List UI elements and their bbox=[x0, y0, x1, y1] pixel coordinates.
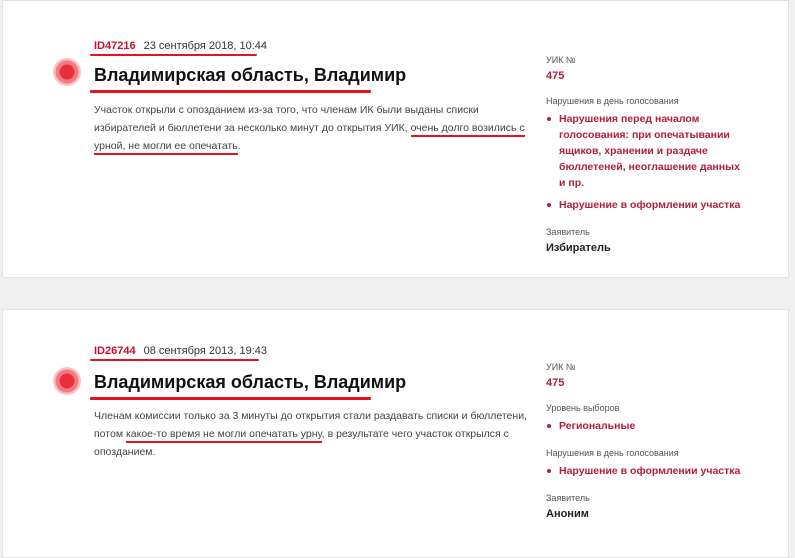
report-card: ID26744 08 сентября 2013, 19:43 Владимирс… bbox=[2, 309, 789, 558]
highlighted-text: какое-то время не могли опечатать урну bbox=[125, 428, 322, 443]
violations-list: Нарушения перед началом голосования: при… bbox=[546, 111, 746, 213]
uik-label: УИК № bbox=[546, 362, 576, 372]
violation-item[interactable]: Нарушения перед началом голосования: при… bbox=[546, 111, 746, 191]
report-id-link[interactable]: ID26744 bbox=[94, 345, 136, 357]
report-card: ID47216 23 сентября 2018, 10:44 Владимирс… bbox=[2, 0, 789, 278]
report-id-link[interactable]: ID47216 bbox=[94, 40, 136, 52]
report-date: 23 сентября 2018, 10:44 bbox=[143, 40, 267, 52]
bullet-icon bbox=[547, 469, 551, 473]
report-description: Членам комиссии только за 3 минуты до от… bbox=[94, 410, 527, 458]
report-description: Участок открыли с опозданием из-за того,… bbox=[94, 101, 534, 155]
applicant-value: Аноним bbox=[546, 508, 589, 520]
meta-underline bbox=[90, 54, 257, 56]
bullet-icon bbox=[547, 424, 551, 428]
applicant-label: Заявитель bbox=[546, 493, 590, 503]
report-date: 08 сентября 2013, 19:43 bbox=[143, 345, 267, 357]
violations-list: Нарушение в оформлении участка bbox=[546, 463, 746, 479]
location-pin-icon bbox=[53, 58, 81, 86]
election-level-list: Региональные bbox=[546, 418, 746, 434]
uik-number[interactable]: 475 bbox=[546, 377, 746, 389]
violations-label: Нарушения в день голосования bbox=[546, 96, 679, 106]
violation-item[interactable]: Нарушение в оформлении участка bbox=[546, 463, 746, 479]
report-meta: ID26744 08 сентября 2013, 19:43 bbox=[94, 345, 267, 357]
election-level-item[interactable]: Региональные bbox=[546, 418, 746, 434]
applicant-label: Заявитель bbox=[546, 227, 590, 237]
report-sidebar: УИК № 475 Нарушения в день голосования Н… bbox=[546, 55, 746, 268]
violations-label: Нарушения в день голосования bbox=[546, 448, 679, 458]
report-meta: ID47216 23 сентября 2018, 10:44 bbox=[94, 40, 267, 52]
location-pin-icon bbox=[53, 367, 81, 395]
uik-label: УИК № bbox=[546, 55, 576, 65]
title-underline bbox=[90, 90, 371, 93]
report-title[interactable]: Владимирская область, Владимир bbox=[94, 372, 406, 393]
title-underline bbox=[90, 397, 371, 400]
bullet-icon bbox=[547, 203, 551, 207]
violation-item[interactable]: Нарушение в оформлении участка bbox=[546, 197, 746, 213]
report-sidebar: УИК № 475 Уровень выборов Региональные Н… bbox=[546, 362, 746, 534]
uik-number[interactable]: 475 bbox=[546, 70, 746, 82]
bullet-icon bbox=[547, 117, 551, 121]
election-level-label: Уровень выборов bbox=[546, 403, 620, 413]
report-title[interactable]: Владимирская область, Владимир bbox=[94, 65, 406, 86]
meta-underline bbox=[90, 359, 259, 361]
applicant-value: Избиратель bbox=[546, 242, 611, 254]
